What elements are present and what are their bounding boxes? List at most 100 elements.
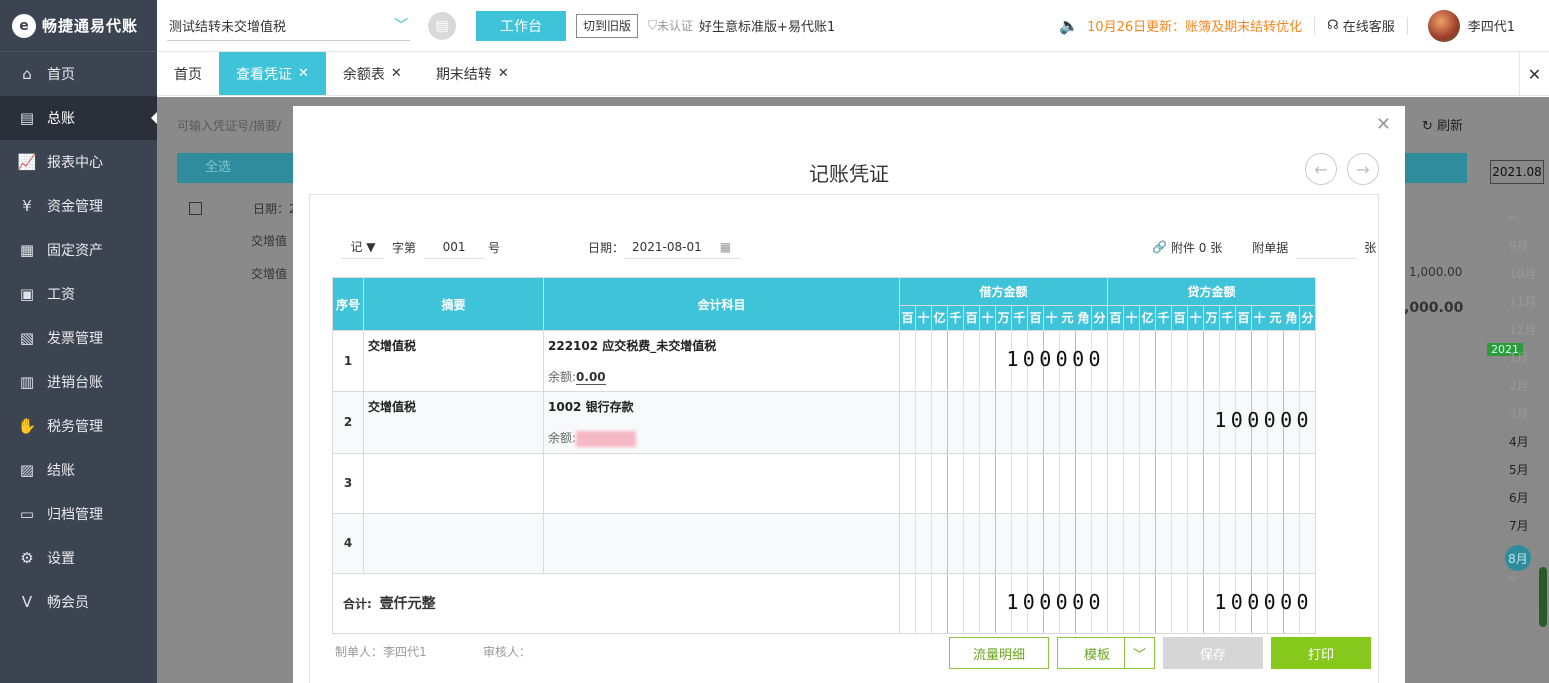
refresh-button[interactable]: ↻ 刷新: [1422, 115, 1463, 134]
month-item[interactable]: 12月: [1509, 321, 1536, 338]
period-year[interactable]: 2021.08: [1490, 160, 1544, 184]
account-cell[interactable]: [543, 512, 900, 574]
company-selector[interactable]: 测试结转未交增值税 ﹀: [167, 11, 410, 41]
summary-cell[interactable]: [363, 452, 544, 514]
select-all-label[interactable]: 全选: [205, 160, 231, 175]
tab-2[interactable]: 余额表 ✕: [326, 52, 419, 95]
unauth-badge[interactable]: ⛉ 未认证: [648, 17, 693, 34]
amount-cell[interactable]: [1107, 512, 1316, 574]
sidebar-item-tax[interactable]: ✋ 税务管理: [0, 404, 157, 448]
print-button[interactable]: 打印: [1271, 637, 1371, 669]
amount-cell[interactable]: [1107, 330, 1316, 392]
sidebar-item-closing[interactable]: ▨ 结账: [0, 448, 157, 492]
month-item[interactable]: 2月: [1509, 377, 1529, 394]
summary-cell[interactable]: [363, 512, 544, 574]
digit-unit: 分: [1301, 311, 1314, 325]
calendar-icon[interactable]: ▤: [428, 11, 456, 40]
amount-cell[interactable]: 100000: [899, 572, 1108, 634]
sidebar-item-settings[interactable]: ⚙ 设置: [0, 536, 157, 580]
amount-cell[interactable]: [899, 452, 1108, 514]
month-item[interactable]: 8月: [1505, 545, 1531, 571]
sidebar-item-reports[interactable]: 📈 报表中心: [0, 140, 157, 184]
voucher-word-select[interactable]: 记 ▼: [342, 235, 384, 259]
amount-cell[interactable]: [899, 391, 1108, 454]
chevron-up-icon[interactable]: ︽: [1507, 207, 1519, 224]
sidebar-item-invoice[interactable]: ▧ 发票管理: [0, 316, 157, 360]
voucher-number-input[interactable]: 001: [424, 235, 485, 259]
close-icon[interactable]: ✕: [391, 66, 402, 81]
sidebar-item-home[interactable]: ⌂ 首页: [0, 52, 157, 96]
summary-cell[interactable]: 交增值税: [363, 391, 544, 454]
tab-1[interactable]: 查看凭证 ✕: [219, 52, 326, 95]
amount-cell[interactable]: [1107, 452, 1316, 514]
app-logo[interactable]: e 畅捷通易代账: [0, 0, 157, 52]
sidebar-item-member[interactable]: V 畅会员: [0, 580, 157, 624]
amount-cell[interactable]: [899, 512, 1108, 574]
sidebar-item-label: 税务管理: [47, 419, 103, 435]
close-icon[interactable]: ✕: [498, 66, 509, 81]
chevron-down-icon[interactable]: ﹀: [1124, 638, 1154, 668]
scrollbar[interactable]: [1539, 567, 1547, 627]
month-item[interactable]: 3月: [1509, 405, 1529, 422]
month-item[interactable]: 11月: [1509, 293, 1536, 310]
maker-label: 制单人：李四代1: [335, 645, 427, 659]
digit-unit: 角: [1076, 306, 1092, 330]
date-input[interactable]: 2021-08-01 ▦: [624, 235, 741, 259]
debit-digit-units: 百十亿千百十万千百十元角分: [899, 305, 1108, 331]
row-checkbox[interactable]: [189, 202, 202, 215]
sidebar-item-funds[interactable]: ¥ 资金管理: [0, 184, 157, 228]
sidebar-item-salary[interactable]: ▣ 工资: [0, 272, 157, 316]
sidebar-item-ledger[interactable]: ▤ 总账: [0, 96, 157, 140]
funds-icon: ¥: [22, 197, 32, 215]
tab-3[interactable]: 期末结转 ✕: [419, 52, 526, 95]
balance-line: 余额:0.00: [548, 368, 895, 385]
month-item[interactable]: 4月: [1509, 433, 1529, 450]
avatar[interactable]: [1427, 9, 1460, 42]
update-notice[interactable]: 🔈 10月26日更新：账簿及期末结转优化: [1059, 16, 1302, 35]
user-name[interactable]: 李四代1: [1468, 16, 1515, 35]
template-button[interactable]: 模板 ﹀: [1057, 637, 1155, 669]
close-icon[interactable]: ✕: [1376, 114, 1391, 135]
amount-cell[interactable]: 100000: [1107, 391, 1316, 454]
sidebar-item-assets[interactable]: ▦ 固定资产: [0, 228, 157, 272]
month-item[interactable]: 1月: [1509, 349, 1529, 366]
amount-cell[interactable]: 100000: [899, 330, 1108, 392]
salary-icon: ▣: [19, 285, 35, 303]
account-cell[interactable]: 1002 银行存款 余额:: [543, 391, 900, 454]
month-item[interactable]: 7月: [1509, 517, 1529, 534]
online-service-button[interactable]: ☊ 在线客服: [1327, 16, 1395, 35]
amount-value: 100000: [1214, 408, 1313, 432]
month-item[interactable]: 6月: [1509, 489, 1529, 506]
summary-cell[interactable]: 交增值税: [363, 330, 544, 392]
flow-detail-button[interactable]: 流量明细: [949, 637, 1049, 669]
attach-docs-input[interactable]: [1296, 235, 1357, 259]
close-all-tabs-icon[interactable]: ✕: [1519, 52, 1549, 96]
month-item[interactable]: 5月: [1509, 461, 1529, 478]
digit-unit: 千: [948, 306, 964, 330]
sidebar-item-archive[interactable]: ▭ 归档管理: [0, 492, 157, 536]
attachment-link[interactable]: 附件 0 张: [1171, 239, 1222, 256]
voucher-search-input[interactable]: 可输入凭证号/摘要/: [177, 117, 281, 134]
sidebar-item-label: 资金管理: [47, 199, 103, 215]
sidebar-item-inventory[interactable]: ▥ 进销台账: [0, 360, 157, 404]
account-cell[interactable]: 222102 应交税费_未交增值税 余额:0.00: [543, 330, 900, 392]
amount-grid: [900, 513, 1107, 573]
arrow-right-icon[interactable]: →: [1347, 153, 1379, 185]
bg-row-summary: 交增值: [251, 267, 288, 281]
arrow-left-icon[interactable]: ←: [1305, 153, 1337, 185]
bg-row-summary: 交增值: [251, 234, 288, 248]
tab-0[interactable]: 首页: [157, 52, 219, 95]
total-label: 合计:: [343, 597, 372, 611]
account-cell[interactable]: [543, 452, 900, 514]
chevron-down-icon[interactable]: ︾: [1507, 573, 1519, 590]
amount-cell[interactable]: 100000: [1107, 572, 1316, 634]
month-item[interactable]: 9月: [1509, 237, 1529, 254]
close-icon[interactable]: ✕: [298, 66, 309, 81]
calendar-icon: ▦: [719, 240, 732, 254]
balance-value: 0.00: [576, 370, 606, 385]
month-item[interactable]: 10月: [1509, 265, 1536, 282]
old-version-button[interactable]: 切到旧版: [576, 13, 639, 38]
row-seq: 4: [332, 512, 364, 574]
save-button[interactable]: 保存: [1163, 637, 1263, 669]
workbench-button[interactable]: 工作台: [476, 10, 566, 41]
